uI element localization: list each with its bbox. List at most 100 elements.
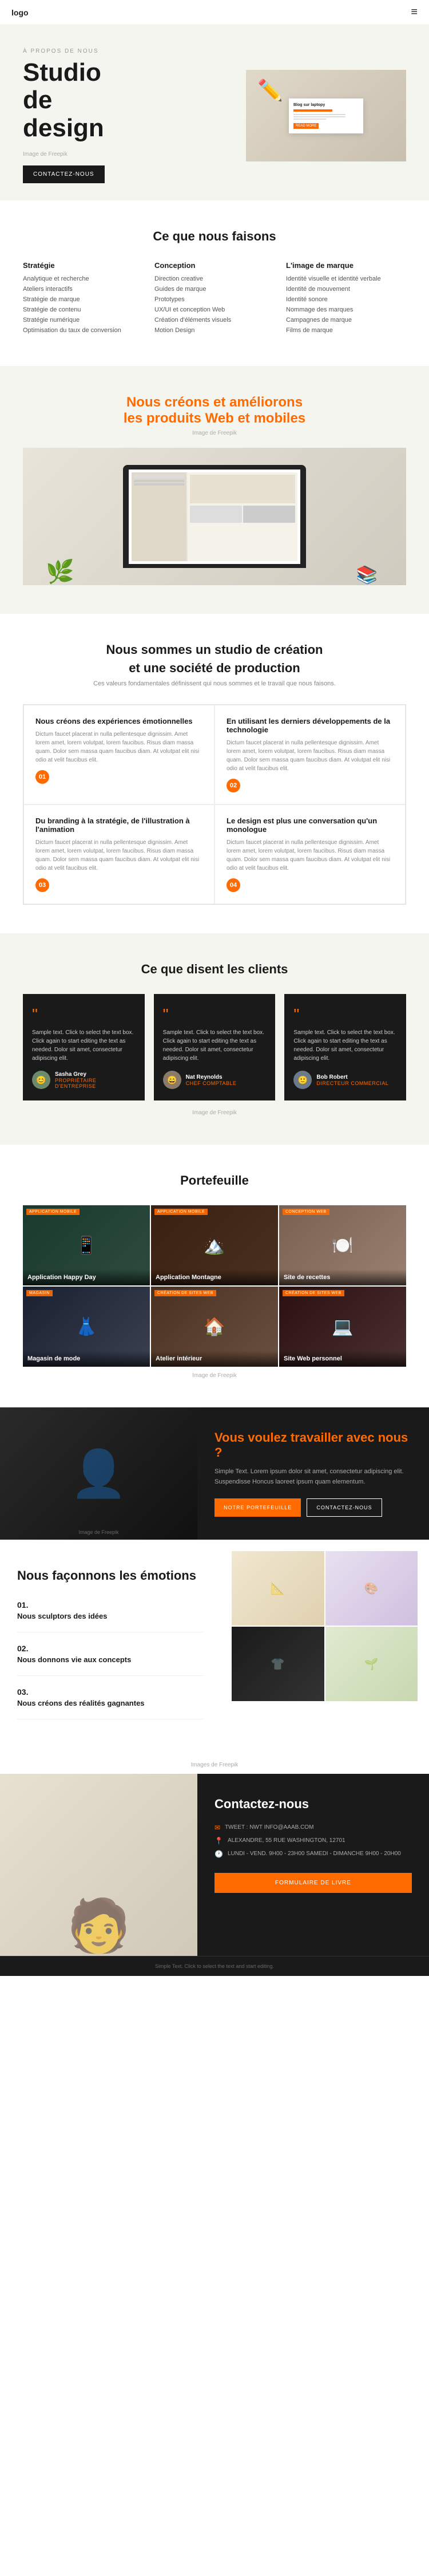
list-item[interactable]: Ateliers interactifs	[23, 286, 143, 293]
emotion-number-2: 02.	[17, 1644, 203, 1653]
portfolio-category-3: CONCEPTION WEB	[283, 1209, 329, 1215]
value-item-3: Du branding à la stratégie, de l'illustr…	[23, 804, 214, 904]
testimonial-footer-3: 🙂 Bob Robert DIRECTEUR COMMERCIAL	[293, 1071, 397, 1089]
plant-icon: 🌿	[46, 558, 74, 585]
cta-contact-button[interactable]: CONTACTEZ-NOUS	[307, 1498, 382, 1517]
list-item[interactable]: Identité visuelle et identité verbale	[286, 275, 406, 282]
quote-text-3: Sample text. Click to select the text bo…	[293, 1028, 397, 1063]
emotion-img-4: 🌱	[325, 1627, 418, 1701]
service-brand-heading: L'image de marque	[286, 261, 406, 270]
testimonials-img-caption: Image de Freepik	[23, 1110, 406, 1116]
hero-text: À PROPOS DE NOUS Studio de design Image …	[23, 48, 214, 183]
cta-portfolio-button[interactable]: NOTRE PORTEFEUILLE	[214, 1498, 301, 1517]
portfolio-category-4: MAGASIN	[26, 1290, 53, 1296]
list-item[interactable]: Direction creative	[154, 275, 275, 282]
services-title: Ce que nous faisons	[23, 229, 406, 244]
service-conception-heading: Conception	[154, 261, 275, 270]
hero-title: Studio de design	[23, 59, 214, 142]
value-desc-4: Dictum faucet placerat in nulla pellente…	[227, 838, 394, 873]
testimonial-card-1: " Sample text. Click to select the text …	[23, 994, 145, 1100]
value-desc-2: Dictum faucet placerat in nulla pellente…	[227, 739, 394, 773]
hero-img-caption: Image de Freepik	[23, 151, 214, 157]
cta-buttons: NOTRE PORTEFEUILLE CONTACTEZ-NOUS	[214, 1498, 412, 1517]
service-conception-list: Direction creative Guides de marque Prot…	[154, 275, 275, 334]
testimonial-name-1: Sasha Grey	[55, 1071, 136, 1078]
list-item[interactable]: Stratégie de contenu	[23, 306, 143, 313]
location-icon: 📍	[214, 1837, 223, 1845]
quote-text-1: Sample text. Click to select the text bo…	[32, 1028, 136, 1063]
cta-img-caption: Image de Freepik	[0, 1529, 197, 1535]
hero-section: À PROPOS DE NOUS Studio de design Image …	[0, 25, 429, 200]
quote-icon-1: "	[32, 1005, 136, 1024]
portfolio-section: Portefeuille 📱 APPLICATION MOBILE Applic…	[0, 1145, 429, 1407]
list-item[interactable]: Identité de mouvement	[286, 286, 406, 293]
hamburger-icon[interactable]: ≡	[411, 6, 418, 19]
portfolio-title-6: Site Web personnel	[279, 1351, 406, 1367]
contact-title: Contactez-nous	[214, 1797, 412, 1812]
list-item[interactable]: Prototypes	[154, 296, 275, 303]
cta-section: 👤 Image de Freepik Vous voulez travaille…	[0, 1407, 429, 1540]
portfolio-item-3[interactable]: 🍽️ CONCEPTION WEB Site de recettes	[279, 1205, 406, 1285]
laptop-screen-inner	[132, 472, 297, 561]
laptop-screen	[129, 470, 300, 564]
values-grid: Nous créons des expériences émotionnelle…	[23, 704, 406, 905]
emotions-section: Nous façonnons les émotions 01. Nous scu…	[0, 1540, 429, 1774]
list-item[interactable]: Nommage des marques	[286, 306, 406, 313]
hero-cta-button[interactable]: CONTACTEZ-NOUS	[23, 165, 105, 183]
portfolio-item-6[interactable]: 💻 CRÉATION DE SITES WEB Site Web personn…	[279, 1287, 406, 1367]
contact-content: Contactez-nous ✉ TWEET : NWT INFO@AAAB.C…	[197, 1774, 429, 1956]
testimonial-name-3: Bob Robert	[316, 1074, 388, 1080]
emotion-img-2: 🎨	[325, 1551, 418, 1626]
value-desc-1: Dictum faucet placerat in nulla pellente…	[35, 730, 202, 764]
list-item[interactable]: Guides de marque	[154, 286, 275, 293]
value-title-4: Le design est plus une conversation qu'u…	[227, 816, 394, 834]
contact-image-area: 🧑 Image de Freepik	[0, 1774, 197, 1956]
contact-section: 🧑 Image de Freepik Contactez-nous ✉ TWEE…	[0, 1774, 429, 1956]
emotions-img-caption: Images de Freepik	[0, 1760, 429, 1774]
service-strategy-heading: Stratégie	[23, 261, 143, 270]
portfolio-item-2[interactable]: 🏔️ APPLICATION MOBILE Application Montag…	[151, 1205, 278, 1285]
portfolio-item-5[interactable]: 🏠 CRÉATION DE SITES WEB Atelier intérieu…	[151, 1287, 278, 1367]
emotion-title-3: Nous créons des réalités gagnantes	[17, 1699, 203, 1707]
value-title-1: Nous créons des expériences émotionnelle…	[35, 717, 202, 725]
contact-form-button[interactable]: FORMULAIRE DE LIVRE	[214, 1873, 412, 1893]
testimonial-role-1: PROPRIÉTAIRE D'ENTREPRISE	[55, 1078, 136, 1089]
testimonial-card-3: " Sample text. Click to select the text …	[284, 994, 406, 1100]
portfolio-category-1: APPLICATION MOBILE	[26, 1209, 80, 1215]
product-title: Nous créons et améliorons les produits W…	[23, 395, 406, 427]
list-item[interactable]: Stratégie de marque	[23, 296, 143, 303]
footer: Simple Text. Click to select the text an…	[0, 1956, 429, 1976]
list-item[interactable]: Optimisation du taux de conversion	[23, 327, 143, 334]
list-item[interactable]: Motion Design	[154, 327, 275, 334]
testimonial-role-3: DIRECTEUR COMMERCIAL	[316, 1080, 388, 1086]
services-grid: Stratégie Analytique et recherche Atelie…	[23, 261, 406, 337]
list-item[interactable]: Campagnes de marque	[286, 317, 406, 324]
testimonial-info-1: Sasha Grey PROPRIÉTAIRE D'ENTREPRISE	[55, 1071, 136, 1089]
portfolio-item-4[interactable]: 👗 MAGASIN Magasin de mode	[23, 1287, 150, 1367]
emotions-content: Nous façonnons les émotions 01. Nous scu…	[0, 1540, 429, 1760]
portfolio-title-1: Application Happy Day	[23, 1269, 150, 1285]
cta-title: Vous voulez travailler avec nous ?	[214, 1430, 412, 1460]
testimonial-footer-2: 😄 Nat Reynolds CHEF COMPTABLE	[163, 1071, 267, 1089]
list-item[interactable]: UX/UI et conception Web	[154, 306, 275, 313]
list-item[interactable]: Films de marque	[286, 327, 406, 334]
testimonial-footer-1: 😊 Sasha Grey PROPRIÉTAIRE D'ENTREPRISE	[32, 1071, 136, 1089]
portfolio-item-1[interactable]: 📱 APPLICATION MOBILE Application Happy D…	[23, 1205, 150, 1285]
product-img-caption: Image de Freepik	[23, 430, 406, 436]
list-item[interactable]: Identité sonore	[286, 296, 406, 303]
value-number-1: 01	[35, 770, 49, 784]
avatar-2: 😄	[163, 1071, 181, 1089]
list-item[interactable]: Création d'éléments visuels	[154, 317, 275, 324]
value-number-4: 04	[227, 878, 240, 892]
testimonial-name-2: Nat Reynolds	[186, 1074, 237, 1080]
contact-info-row-1: ✉ TWEET : NWT INFO@AAAB.COM	[214, 1823, 412, 1832]
service-brand-list: Identité visuelle et identité verbale Id…	[286, 275, 406, 334]
contact-person-image: 🧑	[0, 1774, 197, 1956]
contact-info-row-2: 📍 ALEXANDRE, 55 RUE WASHINGTON, 12701	[214, 1836, 412, 1845]
contact-email-text: TWEET : NWT INFO@AAAB.COM	[225, 1823, 313, 1832]
list-item[interactable]: Analytique et recherche	[23, 275, 143, 282]
value-desc-3: Dictum faucet placerat in nulla pellente…	[35, 838, 202, 873]
list-item[interactable]: Stratégie numérique	[23, 317, 143, 324]
emotion-number-3: 03.	[17, 1687, 203, 1697]
quote-icon-3: "	[293, 1005, 397, 1024]
